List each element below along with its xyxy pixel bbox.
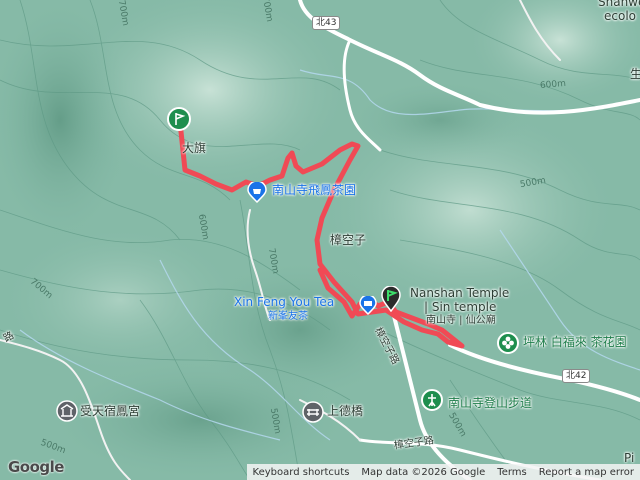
temple-icon[interactable] <box>56 400 78 422</box>
report-error-link[interactable]: Report a map error <box>533 467 640 478</box>
label-shoutian-palace[interactable]: 受天宿鳳宮 <box>80 404 140 418</box>
label-nanshan-trail[interactable]: 南山寺登山步道 <box>448 396 532 410</box>
label-qi[interactable]: 大旗 <box>182 141 206 155</box>
terms-link[interactable]: Terms <box>491 467 532 478</box>
label-ecolo: ecolo <box>604 9 636 23</box>
google-logo: Google <box>8 458 64 476</box>
map-attribution-bar: Keyboard shortcuts Map data ©2026 Google… <box>246 464 640 480</box>
label-chi-right: 生 <box>630 67 640 81</box>
road-shield-north43: 北43 <box>312 16 341 30</box>
label-nanshan-temple-en[interactable]: Nanshan Temple <box>410 286 509 300</box>
keyboard-shortcuts-link[interactable]: Keyboard shortcuts <box>247 467 356 478</box>
garden-flower-icon[interactable] <box>496 331 520 355</box>
label-xinfeng-zh[interactable]: 新峯友茶 <box>268 311 308 322</box>
label-sin-temple-en[interactable]: | Sin temple <box>424 300 496 314</box>
label-nanshan-tea-garden[interactable]: 南山寺飛鳳茶園 <box>272 183 356 197</box>
map-data-text: Map data ©2026 Google <box>361 466 486 478</box>
bridge-icon[interactable] <box>302 401 324 423</box>
label-pinglin-garden[interactable]: 坪林 白福來 茶花園 <box>523 335 627 349</box>
trail-hiker-icon[interactable] <box>420 388 444 412</box>
label-shanwei: Shanwe <box>598 0 640 9</box>
road-shield-north42: 北42 <box>562 369 591 383</box>
label-nanshan-temple-zh[interactable]: 南山寺 | 仙公廟 <box>426 315 496 326</box>
start-location-pin-icon[interactable] <box>380 286 402 312</box>
trailhead-pin-icon[interactable] <box>166 106 192 132</box>
xinfeng-pin-icon[interactable] <box>358 296 378 316</box>
tea-shop-pin-icon[interactable] <box>246 182 268 204</box>
label-zhangkongzi[interactable]: 樟空子 <box>330 233 366 247</box>
label-xinfeng-en[interactable]: Xin Feng You Tea <box>234 295 334 309</box>
label-shangde-bridge[interactable]: 上德橋 <box>327 404 363 418</box>
